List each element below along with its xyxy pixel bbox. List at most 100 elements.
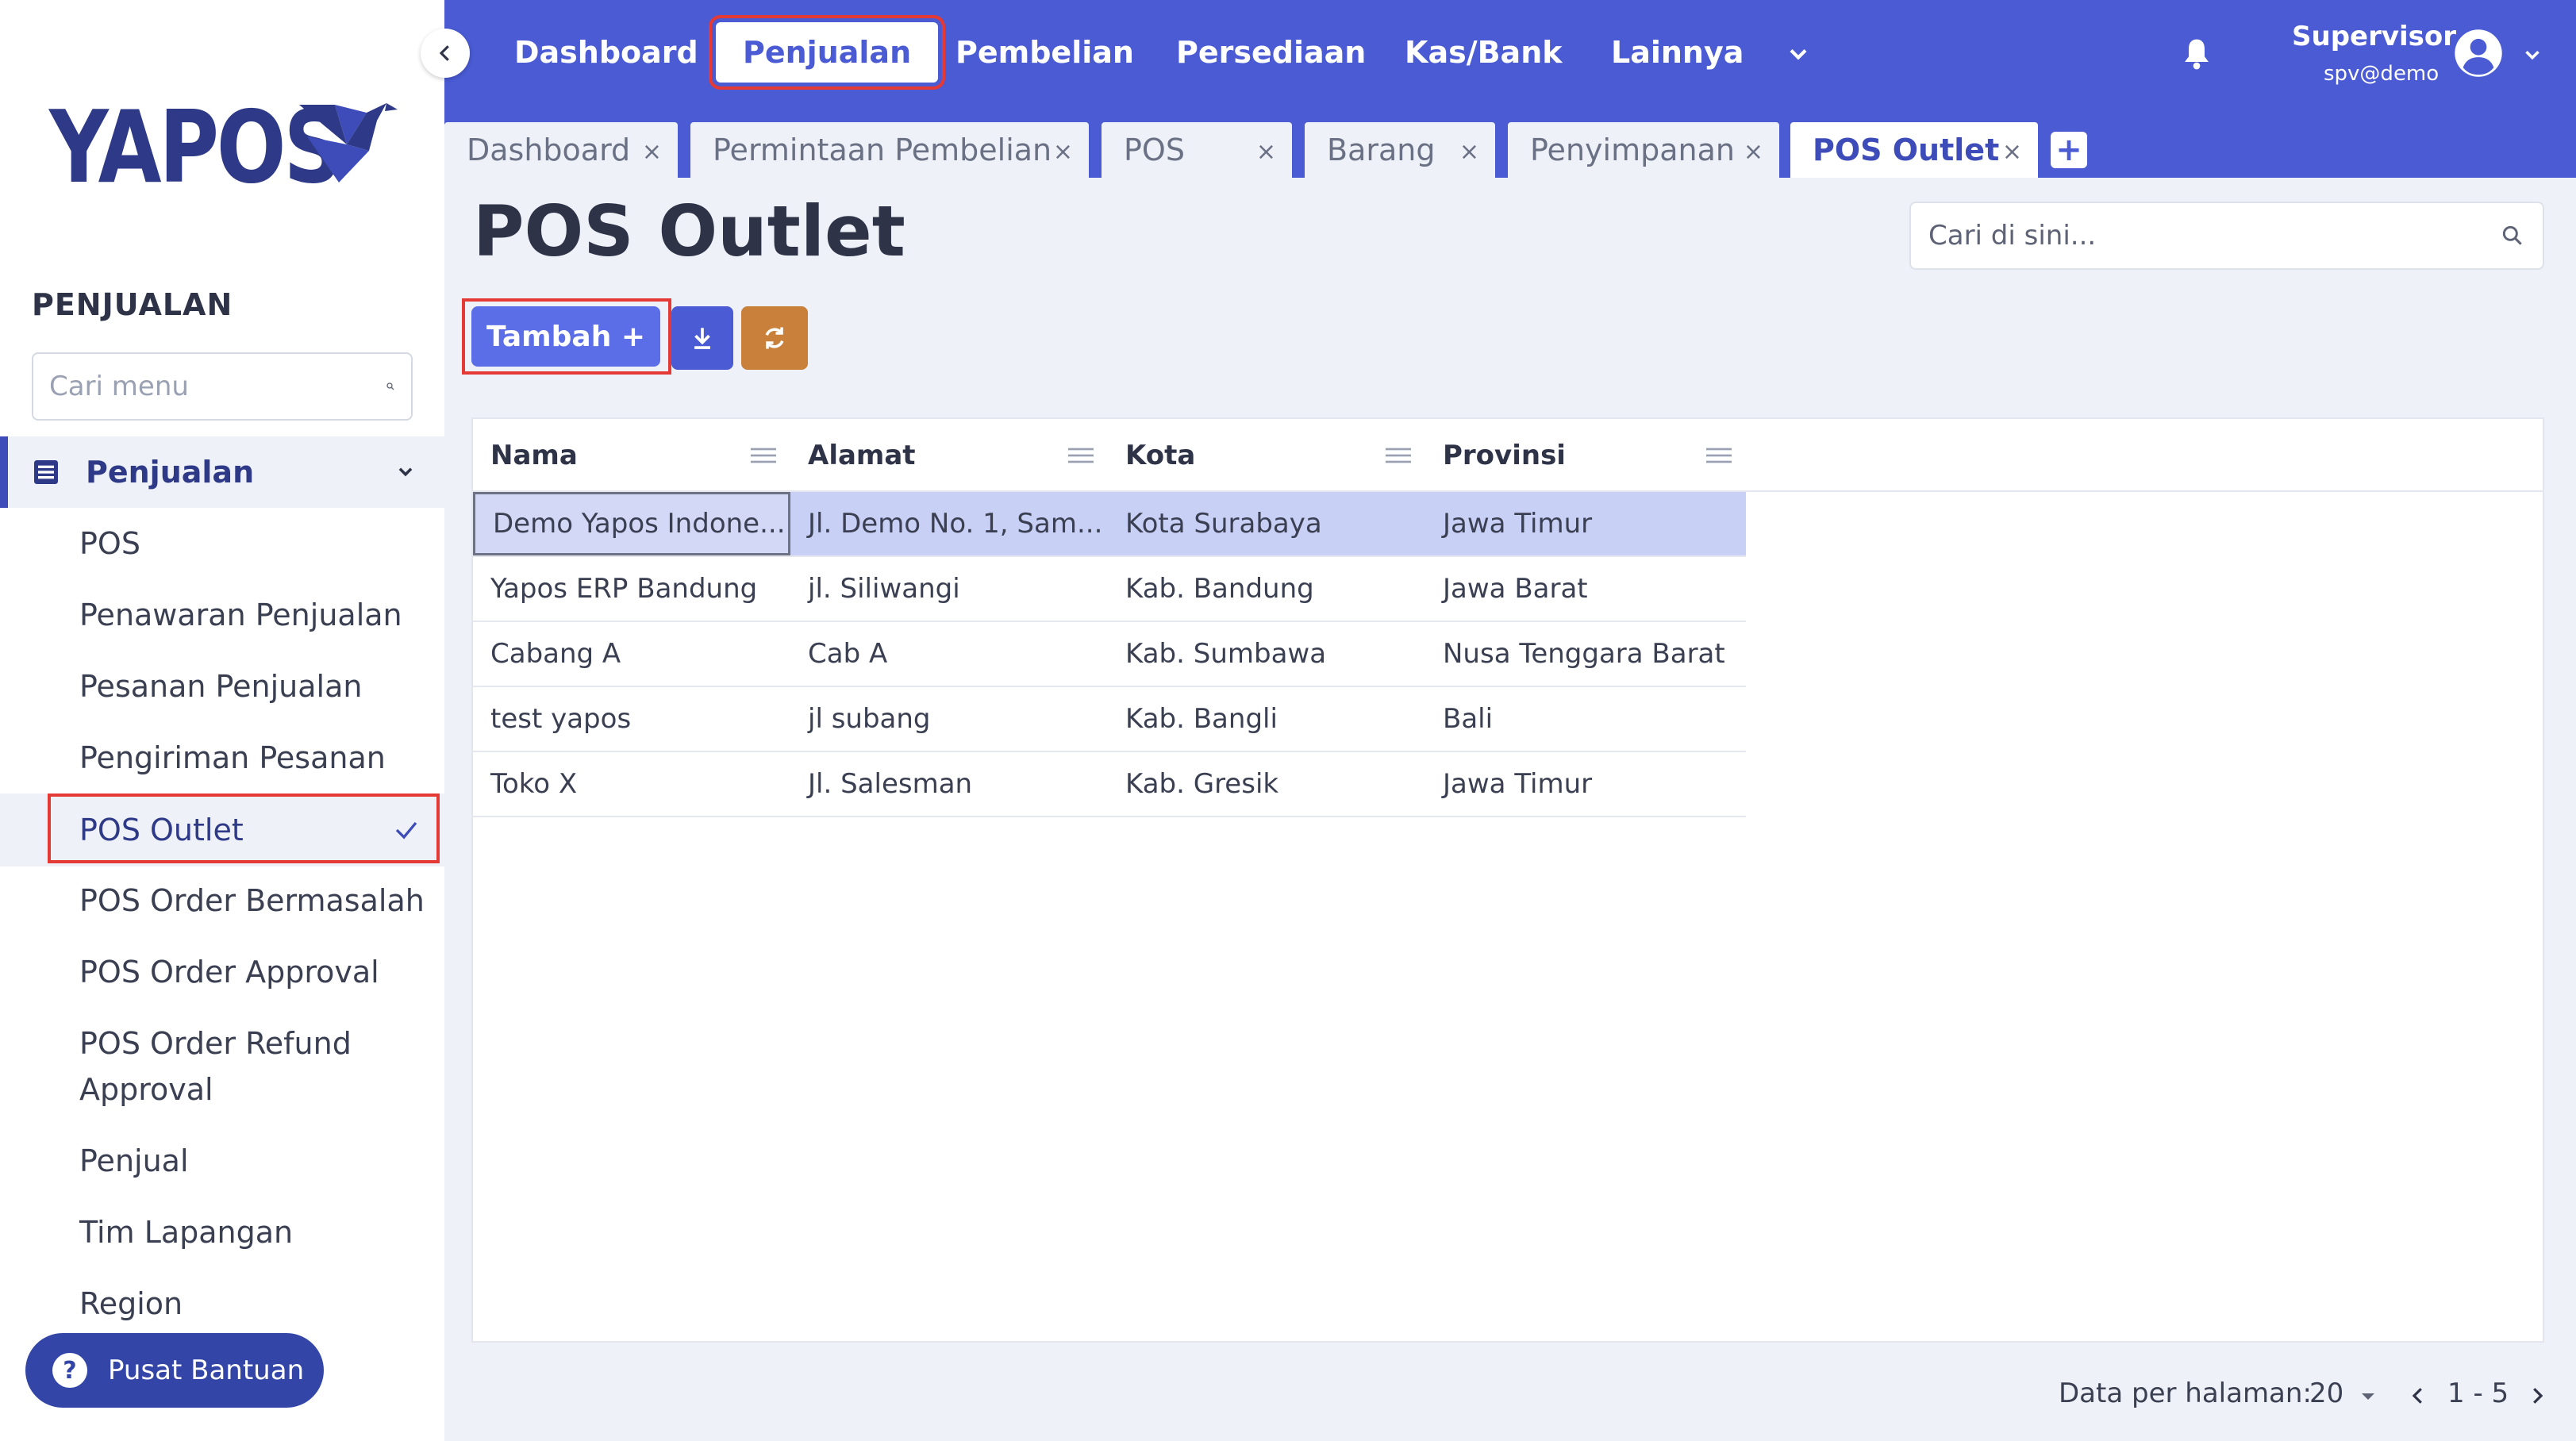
tab-penyimpanan[interactable]: Penyimpanan ×	[1508, 122, 1779, 178]
sidebar: YAPOS PENJUALAN Cari menu Penjualan POS …	[0, 0, 444, 1441]
nav-kas-bank[interactable]: Kas/Bank	[1405, 22, 1563, 83]
add-button[interactable]: Tambah +	[471, 306, 660, 367]
table-cell[interactable]: Kab. Gresik	[1108, 752, 1425, 816]
sidebar-item-penjual[interactable]: Penjual	[0, 1138, 444, 1184]
sidebar-item-pos-order-refund-approval[interactable]: POS Order Refund Approval	[0, 1020, 381, 1112]
sidebar-item-pos-order-approval[interactable]: POS Order Approval	[0, 949, 444, 995]
table-cell[interactable]: Jawa Timur	[1425, 752, 1746, 816]
sidebar-item-label: Pengiriman Pesanan	[79, 740, 386, 775]
sidebar-item-label: Tim Lapangan	[79, 1215, 294, 1250]
sidebar-item-penawaran-penjualan[interactable]: Penawaran Penjualan	[0, 592, 444, 638]
search-input[interactable]	[1928, 220, 2500, 252]
tab-dashboard[interactable]: Dashboard ×	[444, 122, 678, 178]
caret-down-icon[interactable]	[2359, 1390, 2378, 1403]
tab-pos-outlet[interactable]: POS Outlet ×	[1790, 122, 2038, 178]
table-cell[interactable]: test yapos	[473, 687, 790, 751]
page-title: POS Outlet	[473, 190, 905, 272]
search-icon[interactable]	[2500, 223, 2525, 248]
user-name[interactable]: Supervisor	[2292, 21, 2456, 52]
tab-pos[interactable]: POS ×	[1102, 122, 1292, 178]
page-size-select[interactable]: 20	[2309, 1378, 2343, 1409]
table-cell[interactable]: Kab. Bangli	[1108, 687, 1425, 751]
sidebar-item-pos-order-bermasalah[interactable]: POS Order Bermasalah	[0, 878, 444, 924]
collapse-sidebar-button[interactable]	[421, 29, 470, 78]
table-cell[interactable]: jl subang	[790, 687, 1108, 751]
table-row[interactable]: Yapos ERP Bandung jl. Siliwangi Kab. Ban…	[473, 557, 1746, 622]
table-row[interactable]: Cabang A Cab A Kab. Sumbawa Nusa Tenggar…	[473, 622, 1746, 687]
table-cell[interactable]: Nusa Tenggara Barat	[1425, 622, 1746, 686]
table-cell[interactable]: Jawa Timur	[1425, 492, 1746, 555]
sidebar-item-pos-outlet[interactable]: POS Outlet	[0, 794, 444, 867]
chevron-down-icon[interactable]	[392, 459, 419, 486]
refresh-icon	[765, 327, 784, 349]
chevron-right-icon[interactable]	[2525, 1382, 2549, 1409]
avatar-icon[interactable]	[2454, 29, 2503, 78]
column-header-alamat[interactable]: Alamat	[790, 419, 1108, 492]
nav-lainnya[interactable]: Lainnya	[1611, 22, 1744, 83]
help-center-button[interactable]: ? Pusat Bantuan	[25, 1333, 324, 1408]
close-icon[interactable]: ×	[2002, 138, 2022, 166]
column-menu-icon[interactable]	[1706, 446, 1732, 465]
sidebar-item-label: Penjual	[79, 1143, 189, 1178]
table-cell[interactable]: Bali	[1425, 687, 1746, 751]
chevron-down-icon[interactable]	[1784, 40, 1813, 68]
table-cell[interactable]: Jawa Barat	[1425, 557, 1746, 621]
nav-pembelian[interactable]: Pembelian	[955, 22, 1134, 83]
chevron-left-icon	[439, 45, 449, 61]
nav-label: Penjualan	[743, 35, 912, 70]
chevron-down-icon[interactable]	[2520, 43, 2544, 67]
download-button[interactable]	[671, 306, 733, 370]
sidebar-item-pos[interactable]: POS	[0, 521, 444, 567]
table-cell[interactable]: Toko X	[473, 752, 790, 816]
table-cell[interactable]: Jl. Demo No. 1, Sam...	[790, 492, 1108, 555]
add-tab-button[interactable]: +	[2051, 132, 2087, 168]
column-header-kota[interactable]: Kota	[1108, 419, 1425, 492]
sidebar-item-pesanan-penjualan[interactable]: Pesanan Penjualan	[0, 663, 444, 709]
tab-permintaan-pembelian[interactable]: Permintaan Pembelian ×	[690, 122, 1089, 178]
table-cell[interactable]: Jl. Salesman	[790, 752, 1108, 816]
sidebar-group-penjualan[interactable]: Penjualan	[0, 436, 444, 508]
close-icon[interactable]: ×	[1256, 138, 1276, 166]
column-menu-icon[interactable]	[1386, 446, 1411, 465]
close-icon[interactable]: ×	[1459, 138, 1479, 166]
page-range: 1 - 5	[2447, 1378, 2509, 1409]
column-menu-icon[interactable]	[751, 446, 776, 465]
table-row[interactable]: Demo Yapos Indone... Jl. Demo No. 1, Sam…	[473, 492, 1746, 557]
tab-label: Barang	[1327, 133, 1436, 167]
table-cell[interactable]: Cab A	[790, 622, 1108, 686]
column-header-provinsi[interactable]: Provinsi	[1425, 419, 1746, 492]
close-icon[interactable]: ×	[1744, 138, 1763, 166]
sidebar-item-region[interactable]: Region	[0, 1281, 444, 1327]
sidebar-item-label: Pesanan Penjualan	[79, 669, 363, 704]
table-cell[interactable]: jl. Siliwangi	[790, 557, 1108, 621]
table-row[interactable]: Toko X Jl. Salesman Kab. Gresik Jawa Tim…	[473, 752, 1746, 817]
menu-search[interactable]	[32, 352, 413, 421]
menu-search-input[interactable]	[49, 371, 386, 402]
user-email: spv@demo	[2324, 62, 2440, 86]
nav-persediaan[interactable]: Persediaan	[1176, 22, 1366, 83]
close-icon[interactable]: ×	[1053, 138, 1073, 166]
refresh-button[interactable]	[741, 306, 808, 370]
search-icon[interactable]	[386, 375, 395, 398]
table-cell[interactable]: Demo Yapos Indone...	[473, 492, 790, 555]
table-cell[interactable]: Kab. Sumbawa	[1108, 622, 1425, 686]
column-menu-icon[interactable]	[1068, 446, 1094, 465]
app-root: YAPOS PENJUALAN Cari menu Penjualan POS …	[0, 0, 2576, 1441]
column-header-nama[interactable]: Nama	[473, 419, 790, 492]
sidebar-item-tim-lapangan[interactable]: Tim Lapangan	[0, 1209, 444, 1255]
column-label: Nama	[490, 440, 578, 471]
table-cell[interactable]: Kota Surabaya	[1108, 492, 1425, 555]
table-cell[interactable]: Kab. Bandung	[1108, 557, 1425, 621]
table-row[interactable]: test yapos jl subang Kab. Bangli Bali	[473, 687, 1746, 752]
close-icon[interactable]: ×	[642, 138, 662, 166]
tab-barang[interactable]: Barang ×	[1305, 122, 1495, 178]
nav-penjualan[interactable]: Penjualan	[716, 22, 939, 83]
notification-bell-icon[interactable]	[2181, 37, 2213, 71]
sidebar-item-pengiriman-pesanan[interactable]: Pengiriman Pesanan	[0, 735, 444, 781]
global-search[interactable]	[1909, 202, 2544, 270]
download-icon	[694, 328, 710, 349]
nav-dashboard[interactable]: Dashboard	[514, 22, 698, 83]
table-cell[interactable]: Cabang A	[473, 622, 790, 686]
chevron-left-icon[interactable]	[2406, 1382, 2430, 1409]
table-cell[interactable]: Yapos ERP Bandung	[473, 557, 790, 621]
